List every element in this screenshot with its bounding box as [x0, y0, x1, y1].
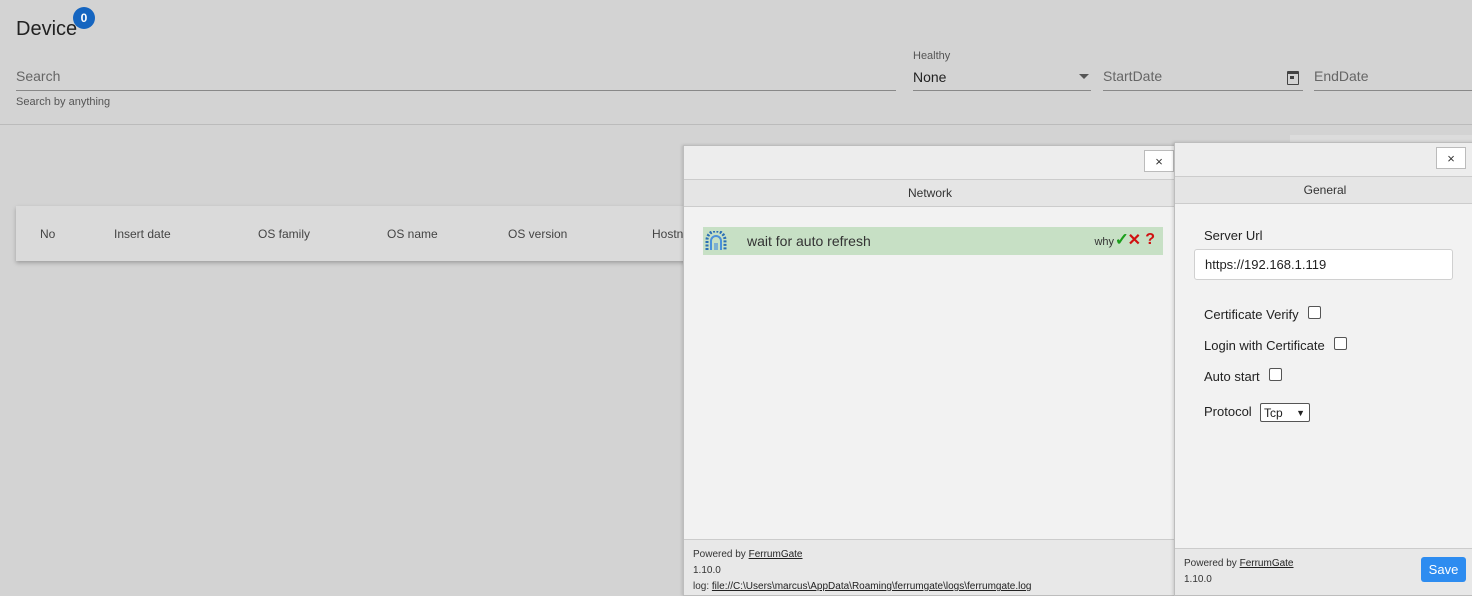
network-section-header: Network [684, 179, 1176, 207]
general-close-button[interactable]: × [1436, 147, 1466, 169]
log-prefix: log: [693, 581, 710, 592]
chevron-down-icon: ▼ [1296, 408, 1305, 418]
auto-start-checkbox[interactable] [1269, 368, 1282, 381]
powered-by-text: Powered by [693, 549, 746, 560]
login-certificate-checkbox[interactable] [1334, 337, 1347, 350]
general-footer: Powered by FerrumGate 1.10.0 Save [1175, 548, 1472, 595]
end-date-placeholder: EndDate [1314, 68, 1369, 84]
network-footer: Powered by FerrumGate 1.10.0 log: file:/… [684, 539, 1176, 595]
column-insert-date[interactable]: Insert date [114, 227, 171, 241]
why-link[interactable]: why [1094, 236, 1114, 248]
log-path-line: log: file://C:\Users\marcus\AppData\Roam… [693, 581, 1031, 592]
network-window: × Network wait for auto refresh why ✓ ✕ … [683, 145, 1177, 596]
column-os-name[interactable]: OS name [387, 227, 438, 241]
general-powered-by: Powered by FerrumGate [1184, 558, 1294, 569]
tunnel-icon [705, 229, 727, 256]
general-section-header: General [1175, 176, 1472, 204]
healthy-select[interactable]: None [913, 55, 1091, 91]
table-header: No Insert date OS family OS name OS vers… [16, 206, 696, 261]
log-file-link[interactable]: file://C:\Users\marcus\AppData\Roaming\f… [712, 581, 1032, 592]
cross-icon[interactable]: ✕ [1128, 230, 1141, 250]
healthy-value: None [913, 69, 947, 85]
calendar-icon[interactable] [1287, 71, 1299, 85]
protocol-select[interactable]: Tcp ▼ [1260, 403, 1310, 422]
column-os-version[interactable]: OS version [508, 227, 567, 241]
column-os-family[interactable]: OS family [258, 227, 310, 241]
server-url-input[interactable]: https://192.168.1.119 [1194, 249, 1453, 280]
general-titlebar: × [1175, 143, 1472, 177]
start-date-input[interactable]: StartDate [1103, 55, 1303, 91]
save-button[interactable]: Save [1421, 557, 1466, 582]
network-titlebar: × [684, 146, 1176, 180]
network-close-button[interactable]: × [1144, 150, 1174, 172]
ferrumgate-link[interactable]: FerrumGate [749, 549, 803, 560]
search-hint: Search by anything [16, 96, 111, 108]
column-no[interactable]: No [40, 227, 55, 241]
protocol-label: Protocol [1204, 404, 1252, 419]
server-url-label: Server Url [1204, 228, 1263, 243]
status-text: wait for auto refresh [747, 233, 871, 249]
general-window: × General Server Url https://192.168.1.1… [1174, 142, 1472, 596]
network-status-row[interactable]: wait for auto refresh why ✓ ✕ ? [703, 227, 1163, 255]
end-date-input[interactable]: EndDate [1314, 55, 1472, 91]
network-version: 1.10.0 [693, 565, 721, 576]
ferrumgate-link[interactable]: FerrumGate [1240, 558, 1294, 569]
auto-start-label: Auto start [1204, 369, 1260, 384]
page-title: Device [16, 18, 78, 40]
search-input[interactable]: Search [16, 55, 896, 91]
general-version: 1.10.0 [1184, 574, 1212, 585]
certificate-verify-checkbox[interactable] [1308, 306, 1321, 319]
start-date-placeholder: StartDate [1103, 68, 1163, 84]
count-badge: 0 [73, 7, 95, 29]
header-divider [0, 124, 1472, 125]
network-powered-by: Powered by FerrumGate [693, 549, 803, 560]
dropdown-arrow-icon [1079, 74, 1089, 79]
column-hostname[interactable]: Hostn [652, 227, 683, 241]
powered-by-text: Powered by [1184, 558, 1237, 569]
certificate-verify-label: Certificate Verify [1204, 307, 1299, 322]
login-certificate-label: Login with Certificate [1204, 338, 1325, 353]
protocol-value: Tcp [1264, 406, 1283, 420]
question-icon[interactable]: ? [1145, 231, 1155, 249]
search-placeholder: Search [16, 68, 61, 84]
